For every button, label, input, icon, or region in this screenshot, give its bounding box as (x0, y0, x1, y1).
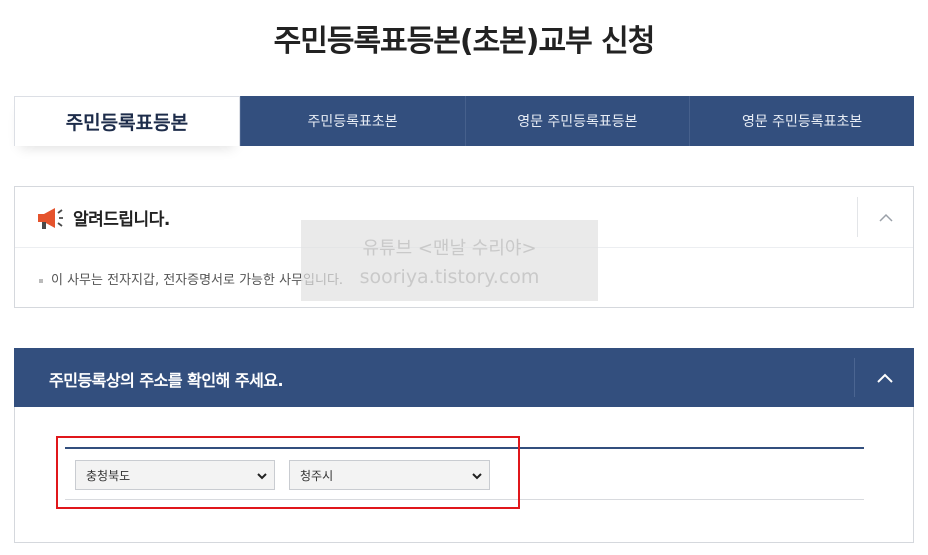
province-select[interactable]: 충청북도 (75, 460, 275, 490)
address-section-body: 충청북도 청주시 (14, 407, 914, 543)
divider (65, 499, 864, 500)
watermark: 유튜브 <맨날 수리야> sooriya.tistory.com (301, 220, 598, 301)
notice-message: 이 사무는 전자지갑, 전자증명서로 가능한 사무입니다. (39, 269, 343, 288)
city-select[interactable]: 청주시 (289, 460, 490, 490)
chevron-up-icon (876, 373, 893, 383)
address-section-title: 주민등록상의 주소를 확인해 주세요. (49, 371, 284, 390)
page-title: 주민등록표등본(초본)교부 신청 (273, 24, 656, 59)
tab-english-resident-abstract[interactable]: 영문 주민등록표초본 (689, 96, 914, 146)
megaphone-icon (35, 203, 65, 233)
watermark-line-1: 유튜브 <맨날 수리야> (362, 238, 537, 259)
city-select-value: 청주시 (300, 468, 334, 483)
tab-resident-copy[interactable]: 주민등록표등본 (14, 96, 240, 146)
chevron-up-icon (878, 213, 893, 222)
address-collapse-button[interactable] (855, 348, 914, 407)
bullet-icon (39, 278, 43, 283)
divider (65, 447, 864, 449)
chevron-down-icon (257, 473, 267, 480)
tab-resident-abstract[interactable]: 주민등록표초본 (239, 96, 465, 146)
watermark-line-2: sooriya.tistory.com (359, 266, 540, 288)
tab-bar: 주민등록표등본 주민등록표초본 영문 주민등록표등본 영문 주민등록표초본 (14, 96, 914, 146)
notice-message-text: 이 사무는 전자지갑, 전자증명서로 가능한 사무입니다. (51, 273, 344, 288)
notice-collapse-button[interactable] (858, 187, 913, 247)
address-section-header: 주민등록상의 주소를 확인해 주세요. (14, 348, 914, 407)
chevron-down-icon (472, 473, 482, 480)
notice-title: 알려드립니다. (73, 210, 170, 230)
province-select-value: 충청북도 (86, 468, 131, 483)
tab-english-resident-copy[interactable]: 영문 주민등록표등본 (464, 96, 690, 146)
